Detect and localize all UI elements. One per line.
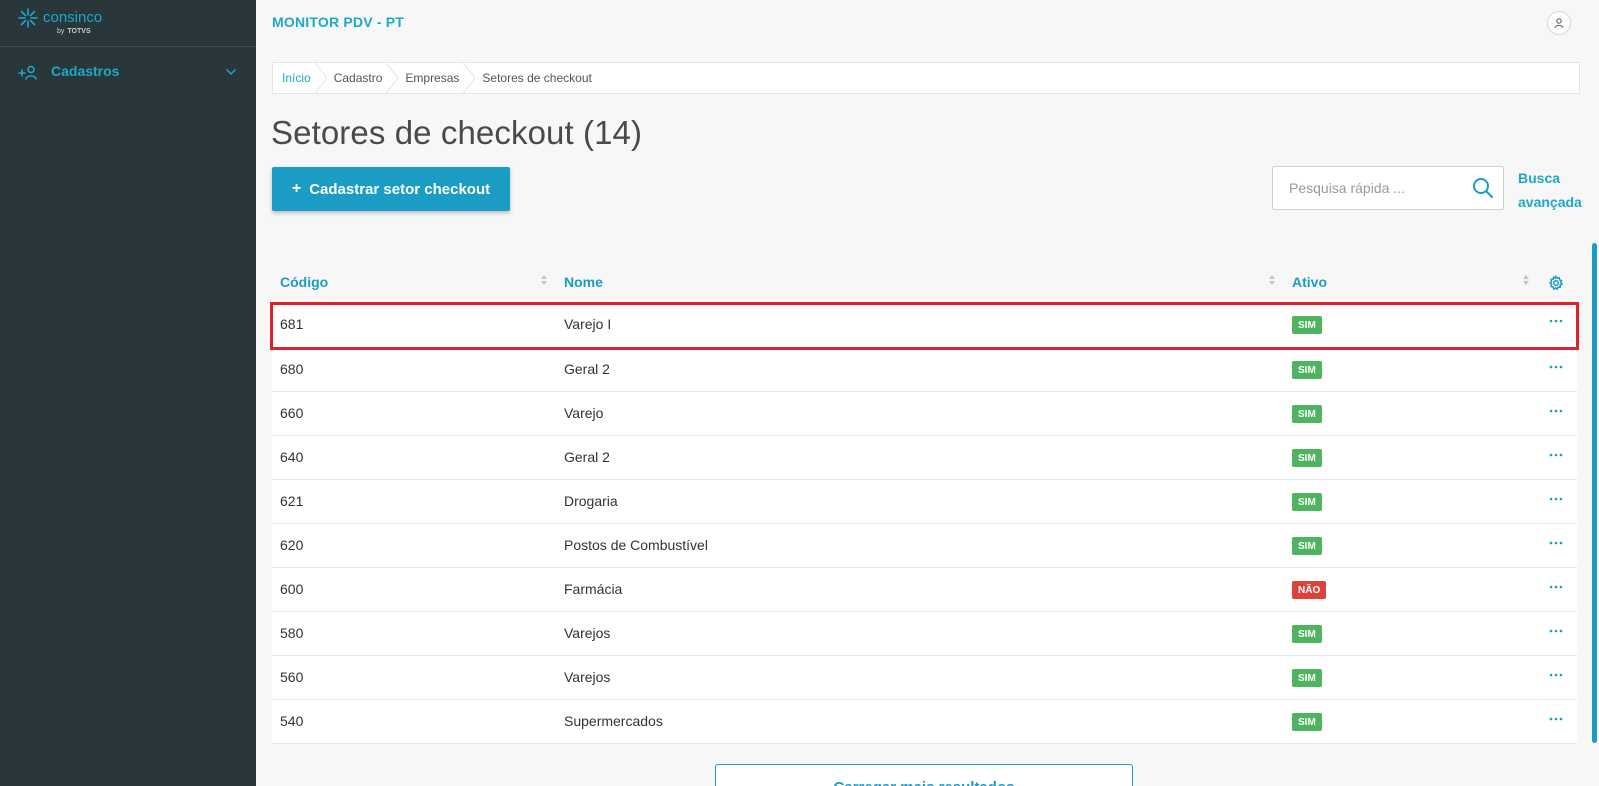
cell-nome: Geral 2 [564, 449, 610, 465]
add-button-label: Cadastrar setor checkout [309, 180, 491, 198]
status-badge: SIM [1292, 316, 1322, 334]
page-title: Setores de checkout (14) [271, 114, 643, 151]
cell-codigo: 600 [280, 581, 304, 597]
plus-icon: + [291, 180, 302, 197]
table-row[interactable]: 620 Postos de Combustível SIM [272, 524, 1577, 568]
cell-nome: Varejos [564, 669, 611, 685]
more-options-icon[interactable] [1548, 714, 1564, 724]
cell-codigo: 681 [280, 316, 304, 332]
cell-codigo: 560 [280, 669, 304, 685]
breadcrumb-empresas[interactable]: Empresas [396, 63, 476, 93]
quick-search [1272, 166, 1504, 210]
more-options-icon[interactable] [1548, 670, 1564, 680]
more-options-icon[interactable] [1548, 450, 1564, 460]
cell-nome: Drogaria [564, 493, 618, 509]
table-row[interactable]: 600 Farmácia NÃO [272, 568, 1577, 612]
cell-codigo: 640 [280, 449, 304, 465]
search-input[interactable] [1273, 167, 1463, 209]
checkout-sectors-table: Código Nome Ativo 681 Varejo I SIM 680 Geral… [270, 262, 1579, 744]
cell-codigo: 680 [280, 361, 304, 377]
breadcrumb: Início Cadastro Empresas Setores de chec… [272, 62, 1580, 94]
chevron-down-icon [226, 69, 236, 76]
logo-by: by [57, 28, 65, 35]
more-options-icon[interactable] [1548, 362, 1564, 372]
user-icon [1554, 18, 1564, 29]
status-badge: SIM [1292, 625, 1322, 643]
more-options-icon[interactable] [1548, 538, 1564, 548]
sort-icon[interactable] [1522, 274, 1530, 286]
sidebar: consinco by TOTVS Cadastros [0, 0, 256, 786]
cell-codigo: 580 [280, 625, 304, 641]
cell-codigo: 620 [280, 537, 304, 553]
app-title: MONITOR PDV - PT [272, 14, 405, 30]
sidebar-item-cadastros[interactable]: Cadastros [0, 58, 256, 86]
cell-nome: Supermercados [564, 713, 663, 729]
gear-icon[interactable] [1548, 275, 1564, 291]
status-badge: SIM [1292, 669, 1322, 687]
status-badge: SIM [1292, 493, 1322, 511]
cell-codigo: 660 [280, 405, 304, 421]
column-header-nome[interactable]: Nome [564, 274, 603, 290]
sort-icon[interactable] [540, 274, 548, 286]
table-row[interactable]: 660 Varejo SIM [272, 392, 1577, 436]
table-row[interactable]: 640 Geral 2 SIM [272, 436, 1577, 480]
sort-icon[interactable] [1268, 274, 1276, 286]
load-more-button[interactable]: Carregar mais resultados [715, 764, 1133, 786]
logo-brand: consinco [43, 9, 103, 26]
more-options-icon[interactable] [1548, 626, 1564, 636]
advanced-search-link[interactable]: Busca avançada [1518, 166, 1588, 214]
column-header-codigo[interactable]: Código [280, 274, 328, 290]
advanced-search-line1: Busca [1518, 170, 1561, 186]
status-badge: SIM [1292, 405, 1322, 423]
search-icon[interactable] [1472, 177, 1494, 199]
user-menu-button[interactable] [1547, 11, 1571, 35]
more-options-icon[interactable] [1548, 494, 1564, 504]
consinco-logo-icon [18, 8, 38, 28]
cell-codigo: 621 [280, 493, 304, 509]
status-badge: SIM [1292, 449, 1322, 467]
table-row[interactable]: 680 Geral 2 SIM [272, 348, 1577, 392]
table-row[interactable]: 681 Varejo I SIM [270, 302, 1579, 350]
cell-nome: Varejos [564, 625, 611, 641]
breadcrumb-cadastro[interactable]: Cadastro [325, 63, 399, 93]
cell-nome: Postos de Combustível [564, 537, 708, 553]
status-badge: SIM [1292, 713, 1322, 731]
advanced-search-line2: avançada [1518, 194, 1582, 210]
more-options-icon[interactable] [1548, 316, 1564, 326]
breadcrumb-current: Setores de checkout [482, 71, 592, 85]
table-row[interactable]: 560 Varejos SIM [272, 656, 1577, 700]
table-row[interactable]: 540 Supermercados SIM [272, 700, 1577, 744]
cell-codigo: 540 [280, 713, 304, 729]
cell-nome: Varejo [564, 405, 604, 421]
sidebar-item-label: Cadastros [51, 63, 120, 79]
logo[interactable]: consinco by TOTVS [0, 0, 256, 47]
status-badge: NÃO [1292, 581, 1327, 599]
table-row[interactable]: 621 Drogaria SIM [272, 480, 1577, 524]
add-checkout-sector-button[interactable]: + Cadastrar setor checkout [272, 167, 510, 211]
table-body: 681 Varejo I SIM 680 Geral 2 SIM 660 Varejo SIM 6… [270, 302, 1579, 744]
column-header-ativo[interactable]: Ativo [1292, 274, 1327, 290]
cell-nome: Farmácia [564, 581, 623, 597]
table-header: Código Nome Ativo [272, 262, 1577, 304]
status-badge: SIM [1292, 361, 1322, 379]
cell-nome: Varejo I [564, 316, 612, 332]
breadcrumb-inicio[interactable]: Início [273, 63, 327, 93]
logo-parent: TOTVS [67, 28, 91, 35]
logo-byline: by TOTVS [57, 28, 91, 35]
table-row[interactable]: 580 Varejos SIM [272, 612, 1577, 656]
scrollbar[interactable] [1592, 243, 1597, 743]
status-badge: SIM [1292, 537, 1322, 555]
cell-nome: Geral 2 [564, 361, 610, 377]
add-user-icon [18, 65, 37, 80]
more-options-icon[interactable] [1548, 406, 1564, 416]
more-options-icon[interactable] [1548, 582, 1564, 592]
